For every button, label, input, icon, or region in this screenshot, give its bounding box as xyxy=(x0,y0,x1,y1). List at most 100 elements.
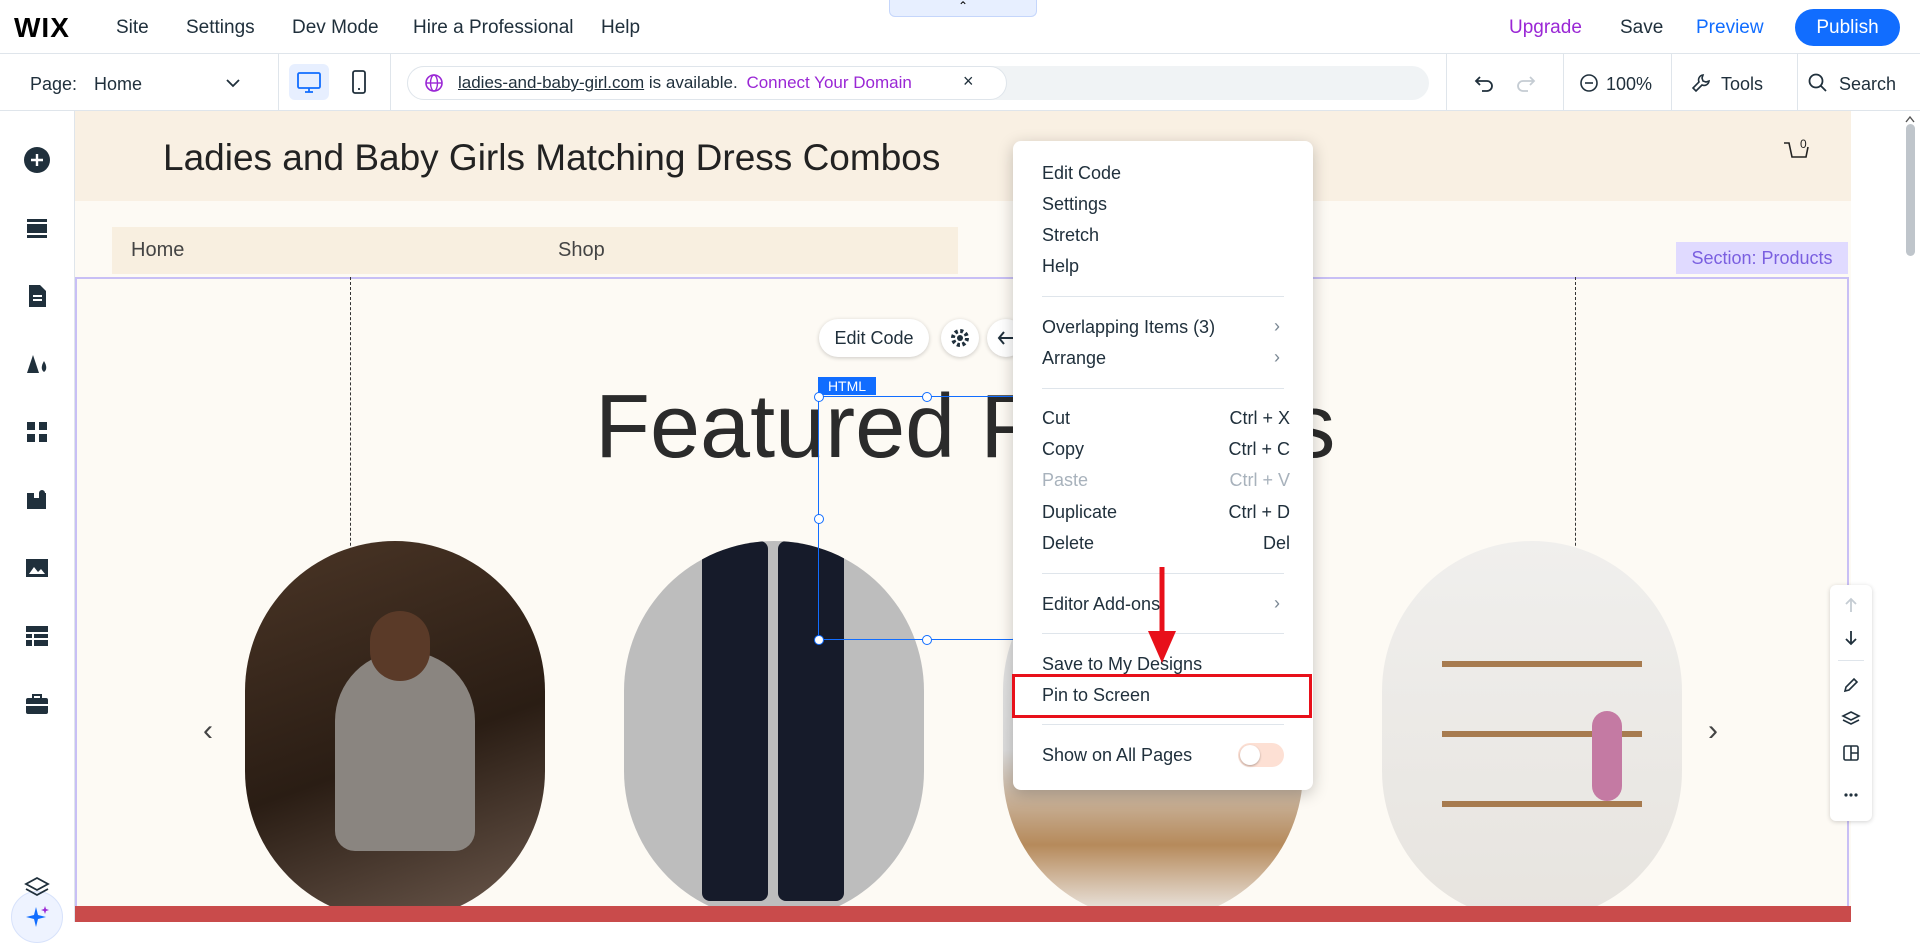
ctx-delete-shortcut: Del xyxy=(1262,533,1290,553)
mobile-view-button[interactable] xyxy=(339,64,379,100)
ctx-overlapping-items[interactable]: Overlapping Items (3) xyxy=(1042,317,1215,338)
more-icon[interactable] xyxy=(1841,785,1861,805)
sparkle-icon xyxy=(26,906,49,927)
search-button[interactable]: Search xyxy=(1839,74,1896,95)
wix-logo[interactable]: WIX xyxy=(14,12,70,44)
ctx-paste: Paste xyxy=(1042,470,1089,490)
scroll-thumb[interactable] xyxy=(1906,124,1915,256)
nav-home[interactable]: Home xyxy=(131,239,184,262)
ctx-help[interactable]: Help xyxy=(1042,256,1079,277)
resize-handle[interactable] xyxy=(814,392,824,402)
carousel-next-button[interactable]: › xyxy=(1708,714,1718,748)
nav-shop[interactable]: Shop xyxy=(558,239,605,262)
edit-code-button[interactable]: Edit Code xyxy=(819,319,929,357)
media-icon[interactable] xyxy=(22,553,52,583)
portfolio-icon[interactable] xyxy=(22,689,52,719)
layers-icon[interactable] xyxy=(22,873,52,903)
scroll-up-icon[interactable] xyxy=(1905,115,1915,123)
cms-icon[interactable] xyxy=(22,621,52,651)
design-icon[interactable] xyxy=(22,349,52,379)
ctx-arrange[interactable]: Arrange xyxy=(1042,348,1106,369)
menu-divider xyxy=(1042,724,1284,725)
business-apps-icon[interactable] xyxy=(22,485,52,515)
pencil-icon[interactable] xyxy=(1841,675,1861,695)
upgrade-link[interactable]: Upgrade xyxy=(1509,17,1582,39)
redo-icon[interactable] xyxy=(1514,71,1538,95)
ctx-stretch[interactable]: Stretch xyxy=(1042,225,1099,246)
ctx-cut[interactable]: Cut xyxy=(1042,408,1070,429)
site-nav xyxy=(112,227,958,274)
resize-handle[interactable] xyxy=(814,635,824,645)
product-image-1[interactable] xyxy=(245,541,545,921)
top-bar: WIX Site Settings Dev Mode Hire a Profes… xyxy=(0,0,1920,54)
next-section-strip xyxy=(75,906,1851,922)
editor-toolbar: Page: Home ladies-and-baby-girl.com is a… xyxy=(0,54,1920,111)
search-icon xyxy=(1808,73,1827,92)
site-title[interactable]: Ladies and Baby Girls Matching Dress Com… xyxy=(163,137,940,179)
page-select[interactable]: Home xyxy=(94,74,142,95)
submenu-chevron-icon: › xyxy=(1274,316,1280,336)
resize-handle[interactable] xyxy=(814,514,824,524)
menu-hire-professional[interactable]: Hire a Professional xyxy=(413,17,574,39)
ctx-settings[interactable]: Settings xyxy=(1042,194,1107,215)
html-element-tag: HTML xyxy=(818,377,876,395)
preview-button[interactable]: Preview xyxy=(1696,17,1764,39)
product-image-4[interactable] xyxy=(1382,541,1682,921)
menu-settings[interactable]: Settings xyxy=(186,17,255,39)
domain-status-text: is available. xyxy=(648,73,738,92)
product-figure xyxy=(702,541,768,901)
undo-icon[interactable] xyxy=(1472,71,1496,95)
layout-icon[interactable] xyxy=(1841,743,1861,763)
apps-icon[interactable] xyxy=(22,417,52,447)
right-quick-toolbar xyxy=(1830,585,1872,821)
pages-icon[interactable] xyxy=(22,281,52,311)
move-down-icon[interactable] xyxy=(1841,628,1861,648)
highlight-annotation-box xyxy=(1012,674,1312,718)
zoom-level[interactable]: 100% xyxy=(1606,74,1652,95)
product-figure xyxy=(370,611,430,681)
domain-message: ladies-and-baby-girl.com is available. C… xyxy=(458,73,912,93)
desktop-view-button[interactable] xyxy=(289,64,329,100)
menu-site[interactable]: Site xyxy=(116,17,149,39)
desktop-icon xyxy=(297,72,321,93)
save-button[interactable]: Save xyxy=(1620,17,1663,39)
submenu-chevron-icon: › xyxy=(1274,347,1280,367)
resize-handle[interactable] xyxy=(922,635,932,645)
arrow-down-icon xyxy=(1148,567,1176,663)
gear-icon xyxy=(951,329,969,347)
menu-divider xyxy=(1042,296,1284,297)
html-element-selection[interactable] xyxy=(818,396,1036,640)
globe-icon xyxy=(425,74,443,92)
mobile-icon xyxy=(352,70,366,94)
ctx-delete[interactable]: Delete xyxy=(1042,533,1094,554)
publish-button[interactable]: Publish xyxy=(1795,9,1900,46)
menu-dev-mode[interactable]: Dev Mode xyxy=(292,17,379,39)
tools-button[interactable]: Tools xyxy=(1721,74,1763,95)
site-header[interactable]: Ladies and Baby Girls Matching Dress Com… xyxy=(75,111,1851,201)
chevron-up-icon: ⌃ xyxy=(957,0,969,13)
left-panel-rail xyxy=(0,111,75,943)
move-up-icon[interactable] xyxy=(1841,595,1861,615)
resize-handle[interactable] xyxy=(922,392,932,402)
editor-canvas: Ladies and Baby Girls Matching Dress Com… xyxy=(75,111,1851,922)
add-section-icon[interactable] xyxy=(22,213,52,243)
connect-domain-link[interactable]: Connect Your Domain xyxy=(746,73,911,92)
chevron-down-icon[interactable] xyxy=(222,72,244,94)
layers-icon[interactable] xyxy=(1841,709,1861,729)
zoom-out-icon[interactable] xyxy=(1579,73,1599,93)
settings-button[interactable] xyxy=(941,319,979,357)
shelf xyxy=(1442,661,1642,667)
section-label[interactable]: Section: Products xyxy=(1676,242,1848,274)
close-icon[interactable]: × xyxy=(963,71,974,92)
carousel-prev-button[interactable]: ‹ xyxy=(203,714,213,748)
ctx-duplicate[interactable]: Duplicate xyxy=(1042,502,1117,523)
ctx-show-on-all-pages[interactable]: Show on All Pages xyxy=(1042,745,1192,766)
domain-name-link[interactable]: ladies-and-baby-girl.com xyxy=(458,73,644,92)
ctx-copy[interactable]: Copy xyxy=(1042,439,1084,460)
menu-divider xyxy=(1042,388,1284,389)
ctx-edit-code[interactable]: Edit Code xyxy=(1042,163,1121,184)
menu-help[interactable]: Help xyxy=(601,17,640,39)
collapse-topbar-tab[interactable]: ⌃ xyxy=(889,0,1037,17)
ctx-cut-shortcut: Ctrl + X xyxy=(1229,408,1290,428)
add-elements-icon[interactable] xyxy=(22,145,52,175)
